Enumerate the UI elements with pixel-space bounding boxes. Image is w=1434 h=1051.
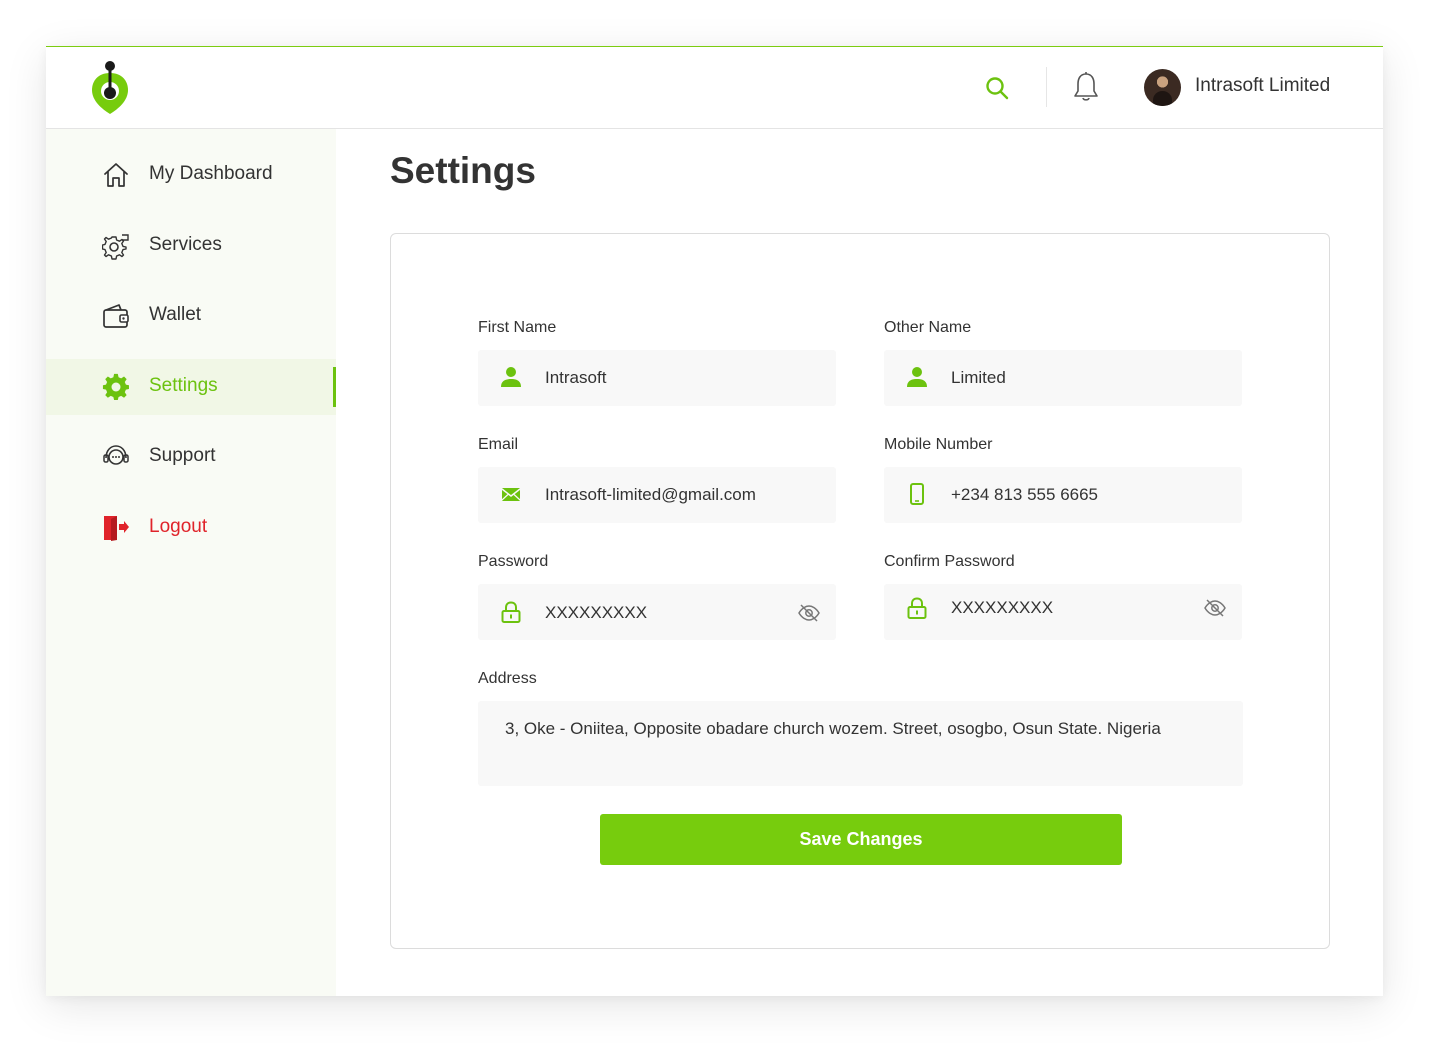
sidebar-item-label: Logout — [149, 516, 208, 537]
sidebar-item-label: Settings — [149, 375, 218, 396]
user-icon — [501, 367, 521, 387]
page-title: Settings — [390, 150, 536, 191]
other-name-value: Limited — [951, 368, 1006, 387]
confirm-password-field[interactable]: XXXXXXXXX — [884, 584, 1242, 640]
eye-off-icon[interactable] — [798, 603, 820, 623]
save-changes-button[interactable]: Save Changes — [600, 814, 1122, 865]
home-icon — [104, 163, 128, 187]
user-name[interactable]: Intrasoft Limited — [1195, 75, 1330, 97]
top-header: Intrasoft Limited — [46, 47, 1383, 129]
other-name-field[interactable]: Limited — [884, 350, 1242, 406]
header-divider — [1046, 67, 1047, 107]
sidebar-item-services[interactable]: Services — [46, 218, 336, 274]
first-name-value: Intrasoft — [545, 368, 607, 387]
eye-off-icon[interactable] — [1204, 598, 1226, 618]
sidebar-item-support[interactable]: Support — [46, 429, 336, 485]
avatar[interactable] — [1144, 69, 1181, 106]
sidebar-item-my-dashboard[interactable]: My Dashboard — [46, 147, 336, 203]
address-field[interactable]: 3, Oke - Oniitea, Opposite obadare churc… — [478, 701, 1243, 786]
first-name-label: First Name — [478, 319, 557, 336]
brand-logo-icon[interactable] — [90, 59, 130, 115]
gear-icon — [102, 373, 129, 400]
sidebar-item-logout[interactable]: Logout — [46, 500, 336, 556]
logout-icon — [104, 516, 129, 541]
search-icon[interactable] — [984, 75, 1010, 101]
sidebar-item-label: Services — [149, 234, 222, 255]
mail-icon — [501, 488, 521, 501]
sidebar-item-label: Wallet — [149, 304, 202, 325]
phone-icon — [910, 483, 924, 505]
sidebar-item-wallet[interactable]: Wallet — [46, 288, 336, 344]
mobile-number-field[interactable]: +234 813 555 6665 — [884, 467, 1242, 523]
sidebar-item-settings[interactable]: Settings — [46, 359, 336, 415]
password-value: XXXXXXXXX — [545, 603, 648, 622]
headset-icon — [103, 445, 129, 465]
user-icon — [907, 367, 927, 387]
services-gear-icon — [102, 234, 129, 260]
lock-icon — [907, 597, 927, 619]
confirm-password-value: XXXXXXXXX — [951, 598, 1054, 617]
sidebar-item-label: My Dashboard — [149, 163, 273, 184]
first-name-field[interactable]: Intrasoft — [478, 350, 836, 406]
bell-icon[interactable] — [1071, 71, 1101, 103]
app-window: Intrasoft Limited My Dashboard Services — [46, 46, 1383, 996]
email-value: Intrasoft-limited@gmail.com — [545, 485, 756, 504]
sidebar: My Dashboard Services Wallet Settings Su… — [46, 129, 336, 996]
sidebar-item-label: Support — [149, 445, 216, 466]
email-field[interactable]: Intrasoft-limited@gmail.com — [478, 467, 836, 523]
confirm-password-label: Confirm Password — [884, 553, 1015, 570]
lock-icon — [501, 601, 521, 623]
address-value: 3, Oke - Oniitea, Opposite obadare churc… — [505, 719, 1161, 738]
password-label: Password — [478, 553, 549, 570]
password-field[interactable]: XXXXXXXXX — [478, 584, 836, 640]
wallet-icon — [103, 304, 129, 328]
other-name-label: Other Name — [884, 319, 972, 336]
settings-form-card: First Name Intrasoft Other Name Limited … — [390, 233, 1330, 949]
address-label: Address — [478, 670, 537, 687]
email-label: Email — [478, 436, 519, 453]
mobile-number-value: +234 813 555 6665 — [951, 485, 1099, 504]
mobile-number-label: Mobile Number — [884, 436, 993, 453]
